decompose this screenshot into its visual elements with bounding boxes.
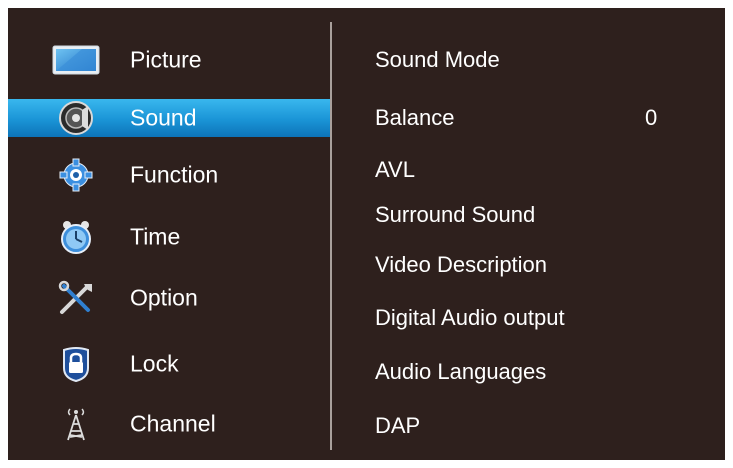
menu-item-picture[interactable]: Picture — [8, 41, 330, 79]
main-menu: Picture Sound Function Time Option Lock … — [8, 8, 330, 460]
setting-label: AVL — [375, 157, 415, 182]
menu-item-time[interactable]: Time — [8, 218, 330, 256]
setting-label: Audio Languages — [375, 359, 547, 384]
setting-dap[interactable]: DAP — [375, 410, 705, 442]
setting-label: Video Description — [375, 252, 548, 277]
speaker-icon — [52, 100, 100, 136]
menu-item-sound[interactable]: Sound — [8, 99, 330, 137]
setting-surround-sound[interactable]: Surround Sound — [375, 199, 705, 231]
antenna-icon — [52, 406, 100, 442]
setting-label: Balance — [375, 105, 455, 130]
menu-item-channel[interactable]: Channel — [8, 405, 330, 443]
tools-icon — [52, 280, 100, 316]
setting-value: 0 — [645, 105, 658, 130]
setting-digital-audio-output[interactable]: Digital Audio output — [375, 302, 705, 334]
clock-icon — [52, 219, 100, 255]
setting-balance[interactable]: Balance 0 — [375, 102, 705, 134]
menu-item-function[interactable]: Function — [8, 156, 330, 194]
setting-label: DAP — [375, 413, 421, 438]
lock-icon — [52, 346, 100, 382]
menu-item-label: Lock — [130, 350, 179, 377]
menu-item-label: Function — [130, 161, 219, 188]
tv-menu-screen: Picture Sound Function Time Option Lock … — [8, 8, 725, 460]
menu-item-label: Picture — [130, 46, 202, 73]
menu-item-option[interactable]: Option — [8, 279, 330, 317]
setting-sound-mode[interactable]: Sound Mode — [375, 44, 705, 76]
panel-divider — [330, 22, 332, 450]
menu-item-label: Option — [130, 284, 198, 311]
menu-item-label: Channel — [130, 410, 216, 437]
menu-item-label: Time — [130, 223, 181, 250]
picture-icon — [52, 42, 100, 78]
menu-item-label: Sound — [130, 104, 197, 131]
gear-icon — [52, 157, 100, 193]
menu-item-lock[interactable]: Lock — [8, 345, 330, 383]
setting-avl[interactable]: AVL — [375, 154, 705, 186]
setting-label: Surround Sound — [375, 202, 536, 227]
setting-video-description[interactable]: Video Description — [375, 249, 705, 281]
setting-label: Sound Mode — [375, 47, 500, 72]
setting-audio-languages[interactable]: Audio Languages — [375, 356, 705, 388]
setting-label: Digital Audio output — [375, 305, 565, 330]
